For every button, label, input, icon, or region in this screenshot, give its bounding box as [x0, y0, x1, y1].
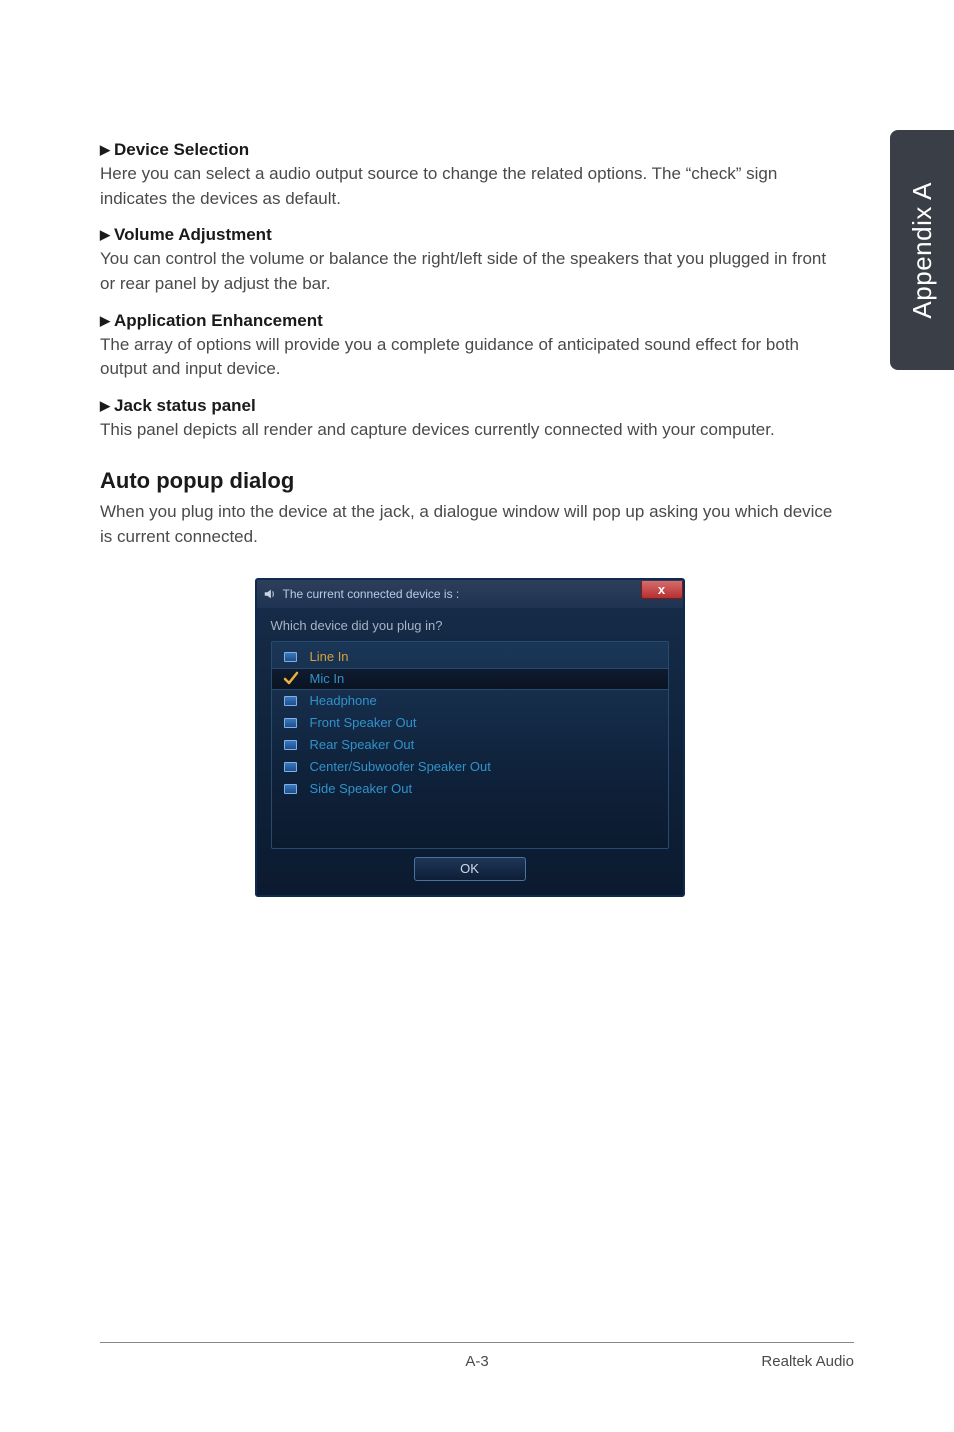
dialog-prompt: Which device did you plug in? [271, 618, 669, 633]
ok-button-label: OK [460, 861, 479, 876]
section-title-text: Jack status panel [114, 396, 256, 415]
auto-popup-heading: Auto popup dialog [100, 468, 839, 494]
dialog-titlebar: The current connected device is : x [257, 580, 683, 608]
section-body-text: The array of options will provide you a … [100, 333, 839, 382]
footer-right: Realtek Audio [761, 1353, 854, 1370]
device-label: Line In [310, 649, 349, 664]
bullet-icon: ▶ [100, 313, 110, 329]
device-row[interactable]: Mic In [272, 668, 668, 690]
device-label: Rear Speaker Out [310, 737, 415, 752]
device-list: Line In Mic In Headphone Front Speaker Out R… [271, 641, 669, 849]
device-row[interactable]: Front Speaker Out [272, 712, 668, 734]
dialog-footer: OK [271, 849, 669, 883]
dialog-body: Which device did you plug in? Line In Mic… [257, 608, 683, 895]
appendix-side-tab: Appendix A [890, 130, 954, 370]
section-jack-status: ▶Jack status panel This panel depicts al… [100, 396, 839, 443]
device-label: Mic In [310, 671, 345, 686]
close-button[interactable]: x [641, 581, 683, 599]
device-row[interactable]: Center/Subwoofer Speaker Out [272, 756, 668, 778]
device-label: Center/Subwoofer Speaker Out [310, 759, 491, 774]
dialog-screenshot: The current connected device is : x Whic… [255, 578, 685, 897]
unchecked-icon [282, 760, 300, 774]
section-title: ▶Application Enhancement [100, 311, 839, 331]
section-body-text: Here you can select a audio output sourc… [100, 162, 839, 211]
bullet-icon: ▶ [100, 398, 110, 414]
checkmark-icon [282, 672, 300, 686]
close-icon: x [658, 582, 665, 597]
section-title-text: Device Selection [114, 140, 249, 159]
device-row[interactable]: Line In [272, 646, 668, 668]
device-label: Side Speaker Out [310, 781, 413, 796]
content-area: ▶Device Selection Here you can select a … [0, 0, 954, 897]
unchecked-icon [282, 716, 300, 730]
section-title: ▶Device Selection [100, 140, 839, 160]
section-body-text: This panel depicts all render and captur… [100, 418, 839, 443]
section-title-text: Application Enhancement [114, 311, 323, 330]
unchecked-icon [282, 782, 300, 796]
page-container: Appendix A ▶Device Selection Here you ca… [0, 0, 954, 1432]
bullet-icon: ▶ [100, 142, 110, 158]
section-device-selection: ▶Device Selection Here you can select a … [100, 140, 839, 211]
appendix-side-tab-label: Appendix A [907, 182, 938, 319]
bullet-icon: ▶ [100, 227, 110, 243]
device-label: Headphone [310, 693, 377, 708]
device-dialog: The current connected device is : x Whic… [255, 578, 685, 897]
unchecked-icon [282, 738, 300, 752]
device-row[interactable]: Rear Speaker Out [272, 734, 668, 756]
section-volume-adjustment: ▶Volume Adjustment You can control the v… [100, 225, 839, 296]
section-title: ▶Jack status panel [100, 396, 839, 416]
auto-popup-body: When you plug into the device at the jac… [100, 500, 839, 549]
device-row[interactable]: Side Speaker Out [272, 778, 668, 800]
section-title: ▶Volume Adjustment [100, 225, 839, 245]
device-row[interactable]: Headphone [272, 690, 668, 712]
dialog-title-text: The current connected device is : [283, 587, 460, 601]
section-body-text: You can control the volume or balance th… [100, 247, 839, 296]
unchecked-icon [282, 694, 300, 708]
page-footer: A-3 Realtek Audio [100, 1342, 854, 1370]
section-title-text: Volume Adjustment [114, 225, 272, 244]
device-label: Front Speaker Out [310, 715, 417, 730]
ok-button[interactable]: OK [414, 857, 526, 881]
speaker-icon [263, 587, 277, 601]
section-application-enhancement: ▶Application Enhancement The array of op… [100, 311, 839, 382]
unchecked-icon [282, 650, 300, 664]
footer-page-number: A-3 [465, 1353, 488, 1370]
